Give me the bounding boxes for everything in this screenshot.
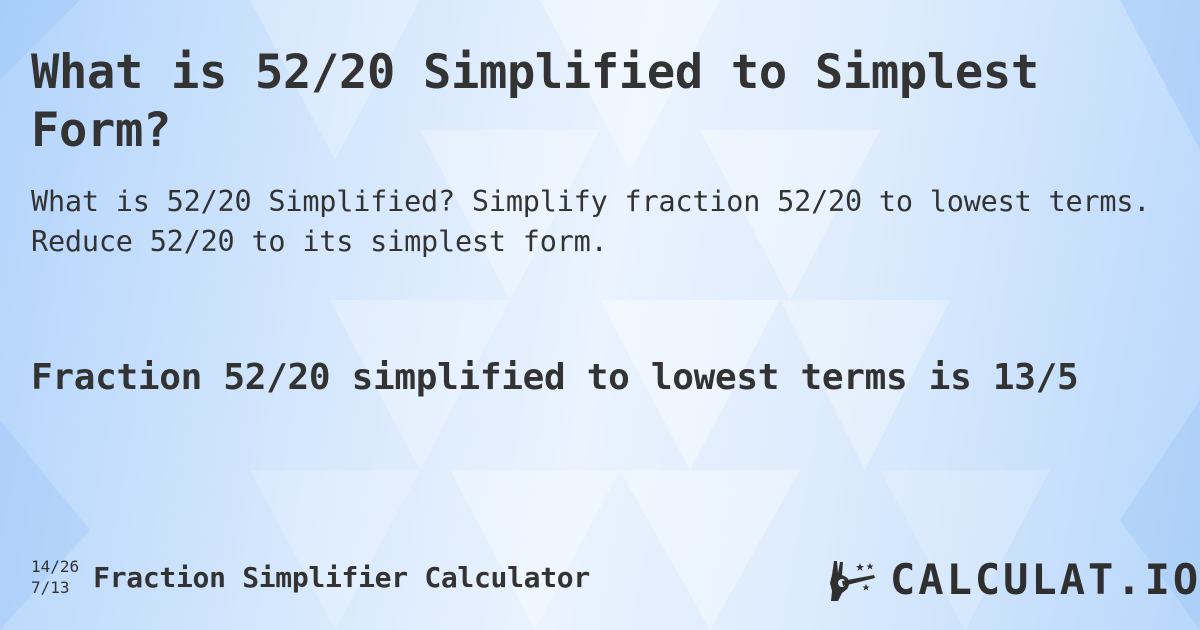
answer-text: Fraction 52/20 simplified to lowest term… bbox=[31, 357, 1079, 398]
footer-calculator-label: 14/26 7/13 Fraction Simplifier Calculato… bbox=[31, 556, 590, 598]
page-title: What is 52/20 Simplified to Simplest For… bbox=[31, 45, 1039, 158]
fraction-example-top: 14/26 bbox=[31, 557, 80, 576]
page-content: What is 52/20 Simplified to Simplest For… bbox=[0, 0, 1200, 630]
page-description: What is 52/20 Simplified? Simplify fract… bbox=[31, 185, 1151, 258]
calculator-name: Fraction Simplifier Calculator bbox=[93, 560, 590, 594]
calculat-io-logo[interactable]: CALCULAT.IO bbox=[828, 556, 1200, 604]
fraction-examples: 14/26 7/13 bbox=[31, 556, 79, 598]
fraction-example-bottom: 7/13 bbox=[31, 578, 70, 597]
magic-wand-hand-icon bbox=[830, 561, 875, 601]
logo-text: CALCULAT.IO bbox=[890, 555, 1200, 604]
